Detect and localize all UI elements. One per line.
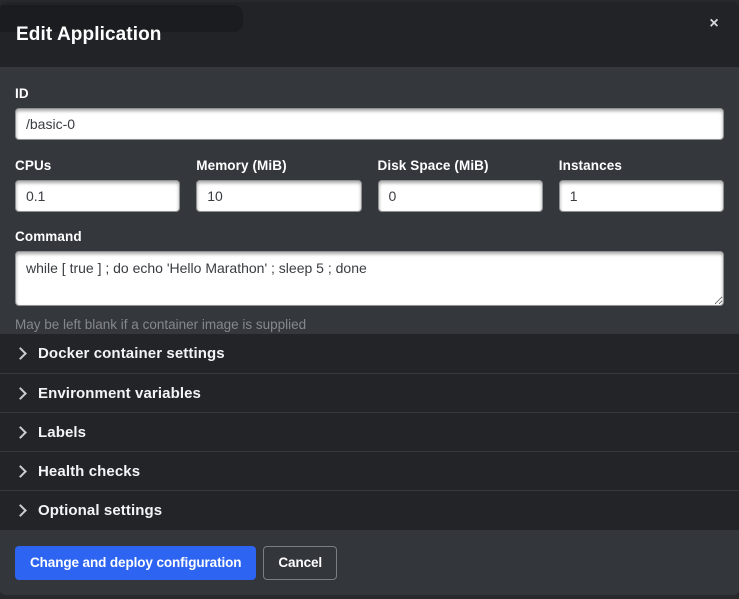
section-optional-settings[interactable]: Optional settings: [0, 490, 739, 529]
id-label: ID: [15, 86, 724, 101]
modal-header: Edit Application ×: [0, 2, 739, 67]
section-label: Optional settings: [38, 502, 162, 519]
disk-space-label: Disk Space (MiB): [378, 158, 543, 173]
chevron-right-icon: [14, 387, 27, 400]
memory-input[interactable]: [196, 180, 361, 212]
disk-field-group: Disk Space (MiB): [378, 158, 543, 212]
section-docker-container-settings[interactable]: Docker container settings: [0, 334, 739, 373]
instances-input[interactable]: [559, 180, 724, 212]
modal-footer: Change and deploy configuration Cancel: [0, 530, 739, 595]
cancel-button[interactable]: Cancel: [263, 546, 337, 580]
disk-space-input[interactable]: [378, 180, 543, 212]
change-and-deploy-button[interactable]: Change and deploy configuration: [15, 546, 256, 580]
id-field-group: ID: [15, 86, 724, 140]
application-form: ID CPUs Memory (MiB) Disk Space (MiB) In…: [0, 67, 739, 334]
edit-application-modal: Edit Application × ID CPUs Memory (MiB) …: [0, 2, 739, 595]
instances-field-group: Instances: [559, 158, 724, 212]
memory-field-group: Memory (MiB): [196, 158, 361, 212]
page-title: Edit Application: [16, 24, 162, 46]
cpus-field-group: CPUs: [15, 158, 180, 212]
command-label: Command: [15, 229, 724, 244]
section-environment-variables[interactable]: Environment variables: [0, 373, 739, 412]
chevron-right-icon: [14, 347, 27, 360]
chevron-right-icon: [14, 504, 27, 517]
command-field-group: Command May be left blank if a container…: [15, 229, 724, 332]
cpus-label: CPUs: [15, 158, 180, 173]
chevron-right-icon: [14, 465, 27, 478]
command-textarea[interactable]: [15, 251, 724, 306]
section-label: Health checks: [38, 463, 140, 480]
section-health-checks[interactable]: Health checks: [0, 451, 739, 490]
section-label: Environment variables: [38, 385, 201, 402]
chevron-right-icon: [14, 426, 27, 439]
section-labels[interactable]: Labels: [0, 412, 739, 451]
section-label: Labels: [38, 424, 86, 441]
collapsible-sections: Docker container settings Environment va…: [0, 334, 739, 530]
instances-label: Instances: [559, 158, 724, 173]
section-label: Docker container settings: [38, 345, 225, 362]
cpus-input[interactable]: [15, 180, 180, 212]
id-input[interactable]: [15, 108, 724, 140]
resources-row: CPUs Memory (MiB) Disk Space (MiB) Insta…: [15, 158, 724, 212]
close-icon[interactable]: ×: [703, 13, 725, 35]
memory-label: Memory (MiB): [196, 158, 361, 173]
command-help-text: May be left blank if a container image i…: [15, 317, 724, 332]
